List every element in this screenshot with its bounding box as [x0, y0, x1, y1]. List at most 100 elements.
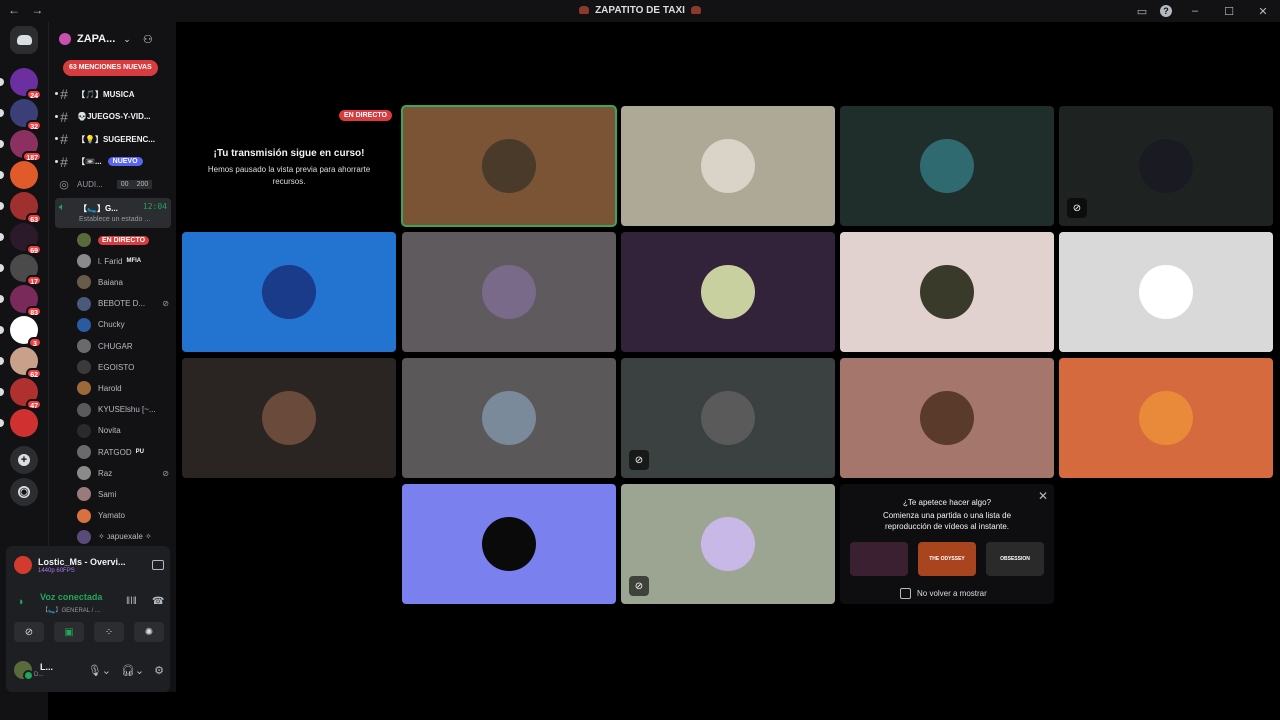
channel-item[interactable]: # 💀JUEGOS-Y-VID...: [55, 107, 173, 127]
voice-channel-path[interactable]: 【🥿】GENERAL / ...: [42, 605, 100, 614]
participant-tile[interactable]: ⊘: [621, 484, 835, 604]
chevron-down-icon[interactable]: ⌄: [123, 34, 131, 45]
avatar: [262, 265, 316, 319]
voice-member[interactable]: Raz ⊘: [77, 464, 169, 482]
server-icon-6[interactable]: 17: [0, 254, 42, 286]
voice-member[interactable]: BEBOTE D... ⊘: [77, 295, 169, 313]
stream-info: Lostic_Ms - Overvi... 1440p 60FPS: [14, 552, 164, 578]
minimize-button[interactable]: –: [1178, 0, 1212, 22]
user-status: D...: [34, 672, 44, 678]
audio-channel[interactable]: ◎ AUDI... 00 200: [55, 174, 173, 194]
voice-channel-active[interactable]: 🔈︎ 【🥿】G... 12:04 Establece un estado ...: [55, 198, 171, 228]
channel-item[interactable]: # 【🎵】MUSICA: [55, 84, 173, 104]
noise-suppression-icon[interactable]: ǁǀǁ: [126, 596, 137, 607]
soundboard-button[interactable]: ✺: [134, 622, 164, 642]
participant-tile[interactable]: [182, 358, 396, 478]
settings-gear-icon[interactable]: ⚙: [154, 664, 164, 677]
voice-member[interactable]: Sami: [77, 485, 169, 503]
server-icon-9[interactable]: 62: [0, 347, 42, 379]
unread-pill: [0, 171, 4, 179]
add-server-button[interactable]: +: [10, 446, 38, 474]
participant-tile[interactable]: [402, 232, 616, 352]
member-name: Novita: [98, 426, 121, 436]
checkbox[interactable]: [900, 588, 911, 599]
participant-tile[interactable]: [840, 106, 1054, 226]
activities-button[interactable]: ⁘: [94, 622, 124, 642]
participant-tile[interactable]: [1059, 232, 1273, 352]
participant-tile[interactable]: [401, 105, 617, 227]
muted-mic-icon: ⊘: [1067, 198, 1087, 218]
camera-off-button[interactable]: ⊘: [14, 622, 44, 642]
server-icon-5[interactable]: 69: [0, 223, 42, 255]
help-icon[interactable]: ?: [1154, 0, 1178, 22]
server-header[interactable]: ZAPA... ⌄ ⚇: [49, 22, 177, 56]
discover-button[interactable]: ◉: [10, 478, 38, 506]
server-icon-8[interactable]: 3: [0, 316, 42, 348]
stop-stream-icon[interactable]: [152, 560, 164, 570]
voice-member[interactable]: Chucky: [77, 316, 169, 334]
invite-icon[interactable]: ⚇: [143, 33, 153, 46]
server-icon-0[interactable]: 24: [0, 68, 42, 100]
participant-tile[interactable]: [840, 232, 1054, 352]
server-icon-7[interactable]: 83: [0, 285, 42, 317]
voice-member[interactable]: Baiana: [77, 273, 169, 291]
server-icon-10[interactable]: 47: [0, 378, 42, 410]
participant-tile[interactable]: ⊘: [1059, 106, 1273, 226]
voice-member[interactable]: ✧ ᴊapuexale ✧: [77, 528, 169, 546]
participant-tile[interactable]: [621, 106, 835, 226]
dont-show-again[interactable]: No volver a mostrar: [900, 588, 987, 599]
stream-quality: 1440p 60FPS: [38, 567, 75, 574]
member-name: RATGOD: [98, 447, 132, 457]
headphones-icon[interactable]: 🎧︎⌄: [121, 664, 144, 677]
voice-member[interactable]: Harold: [77, 379, 169, 397]
unread-pill: [0, 388, 4, 396]
voice-member[interactable]: l. Farid MFIA: [77, 252, 169, 270]
activity-thumbnail[interactable]: [850, 542, 908, 576]
voice-member[interactable]: CHUGAR: [77, 337, 169, 355]
home-button[interactable]: [10, 26, 38, 54]
voice-member[interactable]: RATGOD PU: [77, 443, 169, 461]
microphone-icon[interactable]: 🎙︎⌄: [88, 664, 111, 677]
participant-tile[interactable]: [840, 358, 1054, 478]
participant-tile[interactable]: [1059, 358, 1273, 478]
participant-tile[interactable]: ⊘: [621, 358, 835, 478]
user-panel: Lostic_Ms - Overvi... 1440p 60FPS ◗ Voz …: [6, 546, 170, 692]
activity-thumbnail[interactable]: OBSESSION: [986, 542, 1044, 576]
participant-tile[interactable]: [402, 358, 616, 478]
activity-question: ¿Te apetece hacer algo?: [902, 498, 992, 507]
set-status-text[interactable]: Establece un estado ...: [79, 216, 150, 223]
avatar: [77, 275, 91, 290]
voice-member[interactable]: EGOISTO: [77, 358, 169, 376]
voice-member[interactable]: Novita: [77, 422, 169, 440]
close-window-button[interactable]: ✕: [1246, 0, 1280, 22]
unread-pill: [0, 326, 4, 334]
mentions-banner[interactable]: 63 MENCIONES NUEVAS: [63, 60, 158, 76]
channel-item[interactable]: # 【📼... NUEVO: [55, 152, 173, 172]
discord-logo-icon: [16, 35, 32, 45]
avatar: [77, 487, 91, 502]
participant-tile[interactable]: [402, 484, 616, 604]
server-icon-4[interactable]: 63: [0, 192, 42, 224]
voice-connected: ◗ Voz conectada 【🥿】GENERAL / ... ǁǀǁ ☎: [14, 590, 164, 616]
voice-member[interactable]: KYUSElshu [~...: [77, 401, 169, 419]
channel-item[interactable]: # 【💡】SUGERENC...: [55, 129, 173, 149]
participant-tile[interactable]: [182, 232, 396, 352]
voice-member[interactable]: Yamato: [77, 507, 169, 525]
channel-label: 💀JUEGOS-Y-VID...: [77, 112, 151, 121]
maximize-button[interactable]: ☐: [1212, 0, 1246, 22]
activity-thumbnail[interactable]: THE ODYSSEY: [918, 542, 976, 576]
server-icon-2[interactable]: 187: [0, 130, 42, 162]
disconnect-icon[interactable]: ☎: [152, 596, 164, 607]
screen-share-button[interactable]: ▣: [54, 622, 84, 642]
unread-dot: [55, 159, 58, 163]
avatar[interactable]: [12, 659, 34, 681]
voice-member[interactable]: EN DIRECTO: [77, 231, 169, 249]
participant-tile[interactable]: [621, 232, 835, 352]
server-icon-1[interactable]: 32: [0, 99, 42, 131]
unread-pill: [0, 140, 4, 148]
server-icon-11[interactable]: [0, 409, 38, 437]
member-name: Yamato: [98, 511, 125, 521]
server-icon-3[interactable]: [0, 161, 38, 189]
stream-paused-heading: ¡Tu transmisión sigue en curso!: [213, 148, 365, 159]
inbox-icon[interactable]: ▭: [1130, 0, 1154, 22]
